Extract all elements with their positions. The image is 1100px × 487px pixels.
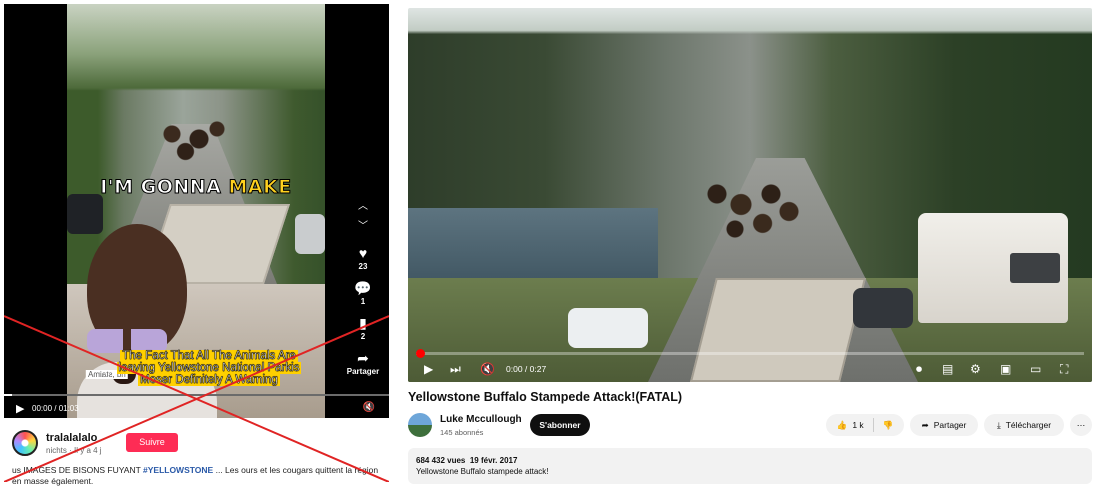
rv-vehicle — [918, 213, 1068, 323]
progress-bar[interactable] — [416, 349, 1084, 358]
river — [408, 208, 658, 288]
short-video-panel: I'M GONNA MAKE nu ,staimA The Fact That … — [4, 4, 389, 486]
like-count: 23 — [358, 262, 368, 271]
follow-button[interactable]: Suivre — [126, 433, 178, 452]
post-meta: tralalalalo nichts · Il y a 4 j Suivre u… — [4, 422, 389, 486]
play-icon[interactable]: ▶ — [424, 362, 433, 376]
username[interactable]: tralalalalo — [46, 432, 97, 444]
upload-date: 19 févr. 2017 — [469, 456, 518, 465]
save-count: 2 — [360, 332, 366, 341]
progress-bar[interactable] — [4, 394, 389, 396]
hashtag-link[interactable]: #YELLOWSTONE — [143, 465, 213, 475]
video-controls: ▶ 00:00 / 01:03 🔇 — [4, 394, 389, 418]
video-caption-subtitle: The Fact That All The Animals Are leavin… — [109, 350, 309, 386]
channel-name[interactable]: Luke Mccullough — [440, 414, 522, 425]
download-icon: ⤓ — [996, 419, 1001, 430]
like-count[interactable]: 1 k — [852, 420, 863, 430]
video-caption-big: I'M GONNA MAKE — [67, 176, 325, 199]
car-left — [67, 194, 103, 234]
divider — [872, 418, 874, 432]
share-button[interactable]: ➦ Partager — [910, 414, 978, 436]
side-actions: ︿ ﹀ ♥ 23 💬 1 ▮ 2 ➦ Partager — [343, 199, 383, 376]
channel-subscribers: 145 abonnés — [440, 428, 484, 437]
player-controls: ▶ ⏭ 🔇 0:00 / 0:27 ⏺ ▤ ⚙ ▣ ▭ ⛶ — [408, 356, 1092, 382]
view-date-line: 684 432 vues 19 févr. 2017 — [416, 455, 1084, 466]
more-actions-button[interactable]: ⋯ — [1070, 414, 1092, 436]
thumbs-down-icon[interactable]: 👎 — [883, 420, 894, 431]
gear-icon[interactable]: ⚙ — [970, 362, 981, 376]
share-arrow-icon: ➦ — [921, 419, 929, 430]
dark-car — [853, 288, 913, 328]
autoplay-toggle-icon[interactable]: ⏺ — [916, 362, 922, 376]
description-prefix: us IMAGES DE BISONS FUYANT — [12, 465, 143, 475]
caption-big-prefix: I'M GONNA — [100, 176, 229, 199]
thumbs-up-icon[interactable]: 👍 — [837, 420, 848, 431]
avatar[interactable] — [12, 430, 38, 456]
user-subtitle: nichts · Il y a 4 j — [46, 446, 102, 455]
view-count: 684 432 vues — [416, 456, 466, 465]
volume-mute-icon[interactable]: 🔇 — [480, 362, 495, 376]
share-label[interactable]: Partager — [347, 367, 379, 376]
video-title: Yellowstone Buffalo Stampede Attack!(FAT… — [408, 390, 683, 404]
rv-window — [1010, 253, 1060, 283]
car-right — [295, 214, 325, 254]
description-box[interactable]: 684 432 vues 19 févr. 2017 Yellowstone B… — [408, 448, 1092, 484]
heart-icon[interactable]: ♥ — [355, 245, 371, 261]
video-player[interactable]: ▶ ⏭ 🔇 0:00 / 0:27 ⏺ ▤ ⚙ ▣ ▭ ⛶ — [408, 8, 1092, 382]
share-arrow-icon[interactable]: ➦ — [355, 350, 371, 366]
more-dots-icon: ⋯ — [1076, 419, 1086, 430]
play-icon[interactable]: ▶ — [16, 402, 24, 415]
white-car — [568, 308, 648, 348]
comment-icon[interactable]: 💬 — [354, 280, 371, 296]
caption-big-highlight: MAKE — [228, 176, 292, 199]
mute-icon[interactable]: 🔇 — [363, 402, 375, 413]
channel-avatar[interactable] — [408, 413, 432, 437]
miniplayer-icon[interactable]: ▣ — [1000, 362, 1011, 376]
progress-fill — [4, 394, 12, 396]
bison-herd — [693, 173, 813, 243]
post-description: us IMAGES DE BISONS FUYANT #YELLOWSTONE … — [12, 465, 384, 487]
subscribe-button[interactable]: S'abonner — [530, 414, 590, 436]
fullscreen-icon[interactable]: ⛶ — [1060, 362, 1068, 376]
description-text: Yellowstone Buffalo stampede attack! — [416, 467, 549, 476]
subtitles-icon[interactable]: ▤ — [942, 362, 953, 376]
bison-herd — [145, 114, 235, 164]
share-label: Partager — [933, 420, 967, 430]
download-button[interactable]: ⤓ Télécharger — [984, 414, 1064, 436]
comment-count: 1 — [360, 297, 366, 306]
like-dislike-group: 👍 1 k 👎 — [826, 414, 904, 436]
bookmark-icon[interactable]: ▮ — [355, 315, 371, 331]
next-icon[interactable]: ⏭ — [450, 362, 461, 376]
chevron-up-icon[interactable]: ︿ — [355, 199, 371, 215]
chevron-down-icon[interactable]: ﹀ — [355, 219, 371, 235]
download-label: Télécharger — [1005, 420, 1052, 430]
theater-mode-icon[interactable]: ▭ — [1030, 362, 1041, 376]
caption-subtitle-text: The Fact That All The Animals Are leavin… — [116, 350, 302, 386]
short-video-player[interactable]: I'M GONNA MAKE nu ,staimA The Fact That … — [4, 4, 389, 418]
time-readout: 0:00 / 0:27 — [506, 364, 547, 374]
youtube-panel: ▶ ⏭ 🔇 0:00 / 0:27 ⏺ ▤ ⚙ ▣ ▭ ⛶ Yellowston… — [408, 8, 1092, 484]
time-readout: 00:00 / 01:03 — [32, 404, 79, 413]
